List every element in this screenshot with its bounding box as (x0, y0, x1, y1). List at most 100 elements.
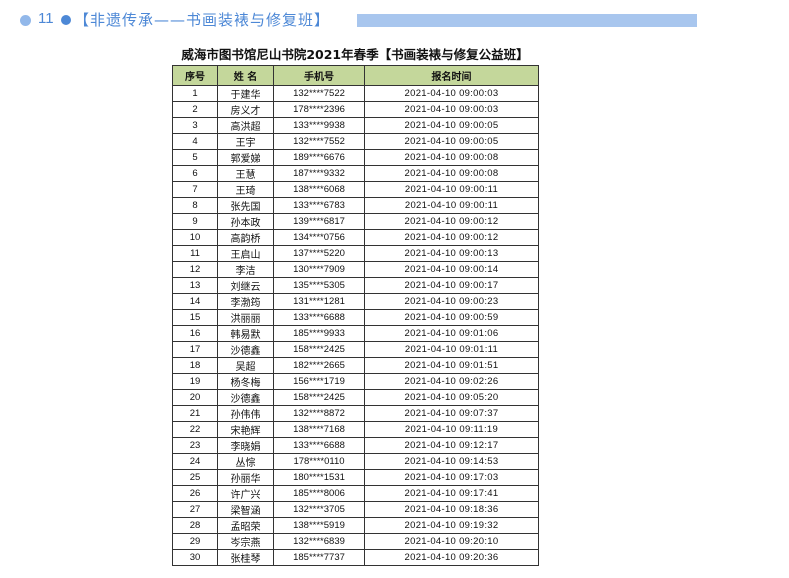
cell-time: 2021-04-10 09:00:08 (364, 165, 539, 182)
table-row: 21 孙伟伟 132****8872 2021-04-10 09:07:37 (172, 405, 539, 422)
table-row: 22 宋艳辉 138****7168 2021-04-10 09:11:19 (172, 421, 539, 438)
cell-phone: 180****1531 (273, 469, 365, 486)
table-row: 4 王宇 132****7552 2021-04-10 09:00:05 (172, 133, 539, 150)
cell-index: 23 (172, 437, 218, 454)
cell-time: 2021-04-10 09:01:06 (364, 325, 539, 342)
cell-time: 2021-04-10 09:18:36 (364, 501, 539, 518)
cell-name: 王启山 (217, 245, 274, 262)
cell-phone: 133****6688 (273, 309, 365, 326)
cell-index: 2 (172, 101, 218, 118)
cell-phone: 185****9933 (273, 325, 365, 342)
cell-name: 房义才 (217, 101, 274, 118)
cell-phone: 189****6676 (273, 149, 365, 166)
cell-index: 20 (172, 389, 218, 406)
cell-index: 11 (172, 245, 218, 262)
cell-time: 2021-04-10 09:00:13 (364, 245, 539, 262)
cell-phone: 139****6817 (273, 213, 365, 230)
header-decoration-bar (357, 14, 697, 27)
table-row: 30 张桂琴 185****7737 2021-04-10 09:20:36 (172, 549, 539, 566)
cell-phone: 158****2425 (273, 389, 365, 406)
cell-index: 4 (172, 133, 218, 150)
cell-phone: 133****6783 (273, 197, 365, 214)
table-row: 19 杨冬梅 156****1719 2021-04-10 09:02:26 (172, 373, 539, 390)
cell-time: 2021-04-10 09:00:12 (364, 229, 539, 246)
cell-name: 王宇 (217, 133, 274, 150)
bullet-dot-icon (20, 15, 31, 26)
cell-time: 2021-04-10 09:14:53 (364, 453, 539, 470)
cell-index: 19 (172, 373, 218, 390)
cell-name: 许广兴 (217, 485, 274, 502)
cell-phone: 132****7552 (273, 133, 365, 150)
number-dot-icon (61, 15, 71, 25)
cell-name: 李晓娟 (217, 437, 274, 454)
cell-index: 18 (172, 357, 218, 374)
table-row: 13 刘继云 135****5305 2021-04-10 09:00:17 (172, 277, 539, 294)
cell-index: 16 (172, 325, 218, 342)
cell-name: 王慧 (217, 165, 274, 182)
cell-name: 沙德鑫 (217, 389, 274, 406)
cell-phone: 130****7909 (273, 261, 365, 278)
cell-time: 2021-04-10 09:17:03 (364, 469, 539, 486)
document-title: 威海市图书馆尼山书院2021年春季【书画装裱与修复公益班】 (181, 47, 529, 62)
cell-name: 孙丽华 (217, 469, 274, 486)
cell-name: 李洁 (217, 261, 274, 278)
cell-name: 孙本政 (217, 213, 274, 230)
table-body: 1 于建华 132****7522 2021-04-10 09:00:03 2 房义才 17… (172, 85, 539, 566)
cell-name: 沙德鑫 (217, 341, 274, 358)
table-row: 10 高韵桥 134****0756 2021-04-10 09:00:12 (172, 229, 539, 246)
cell-phone: 132****8872 (273, 405, 365, 422)
table-row: 7 王琦 138****6068 2021-04-10 09:00:11 (172, 181, 539, 198)
cell-time: 2021-04-10 09:17:41 (364, 485, 539, 502)
cell-phone: 132****6839 (273, 533, 365, 550)
cell-index: 10 (172, 229, 218, 246)
cell-time: 2021-04-10 09:19:32 (364, 517, 539, 534)
table-row: 16 韩易默 185****9933 2021-04-10 09:01:06 (172, 325, 539, 342)
cell-index: 6 (172, 165, 218, 182)
cell-index: 12 (172, 261, 218, 278)
cell-index: 21 (172, 405, 218, 422)
cell-name: 岑宗燕 (217, 533, 274, 550)
table-row: 6 王慧 187****9332 2021-04-10 09:00:08 (172, 165, 539, 182)
cell-phone: 156****1719 (273, 373, 365, 390)
cell-index: 28 (172, 517, 218, 534)
cell-name: 宋艳辉 (217, 421, 274, 438)
cell-phone: 131****1281 (273, 293, 365, 310)
cell-time: 2021-04-10 09:01:51 (364, 357, 539, 374)
cell-phone: 138****5919 (273, 517, 365, 534)
cell-name: 韩易默 (217, 325, 274, 342)
table-row: 29 岑宗燕 132****6839 2021-04-10 09:20:10 (172, 533, 539, 550)
cell-index: 5 (172, 149, 218, 166)
cell-index: 1 (172, 85, 218, 102)
table-row: 1 于建华 132****7522 2021-04-10 09:00:03 (172, 85, 539, 102)
cell-phone: 185****7737 (273, 549, 365, 566)
cell-phone: 138****7168 (273, 421, 365, 438)
table-header-row: 序号 姓 名 手机号 报名时间 (172, 65, 539, 86)
cell-name: 刘继云 (217, 277, 274, 294)
table-row: 14 李渤筠 131****1281 2021-04-10 09:00:23 (172, 293, 539, 310)
cell-phone: 178****2396 (273, 101, 365, 118)
table-row: 25 孙丽华 180****1531 2021-04-10 09:17:03 (172, 469, 539, 486)
cell-index: 15 (172, 309, 218, 326)
cell-phone: 178****0110 (273, 453, 365, 470)
cell-name: 孙伟伟 (217, 405, 274, 422)
cell-name: 孟昭荣 (217, 517, 274, 534)
cell-index: 14 (172, 293, 218, 310)
cell-phone: 187****9332 (273, 165, 365, 182)
cell-time: 2021-04-10 09:00:59 (364, 309, 539, 326)
table-row: 18 吴超 182****2665 2021-04-10 09:01:51 (172, 357, 539, 374)
cell-phone: 135****5305 (273, 277, 365, 294)
table-row: 27 梁智涵 132****3705 2021-04-10 09:18:36 (172, 501, 539, 518)
cell-time: 2021-04-10 09:20:10 (364, 533, 539, 550)
table-row: 24 丛悰 178****0110 2021-04-10 09:14:53 (172, 453, 539, 470)
cell-time: 2021-04-10 09:20:36 (364, 549, 539, 566)
cell-time: 2021-04-10 09:02:26 (364, 373, 539, 390)
cell-index: 3 (172, 117, 218, 134)
section-title: 【非遗传承——书画装裱与修复班】 (74, 11, 331, 29)
cell-time: 2021-04-10 09:00:23 (364, 293, 539, 310)
cell-phone: 134****0756 (273, 229, 365, 246)
cell-time: 2021-04-10 09:00:03 (364, 85, 539, 102)
cell-name: 高韵桥 (217, 229, 274, 246)
cell-phone: 182****2665 (273, 357, 365, 374)
cell-time: 2021-04-10 09:00:17 (364, 277, 539, 294)
cell-name: 郭爱娣 (217, 149, 274, 166)
